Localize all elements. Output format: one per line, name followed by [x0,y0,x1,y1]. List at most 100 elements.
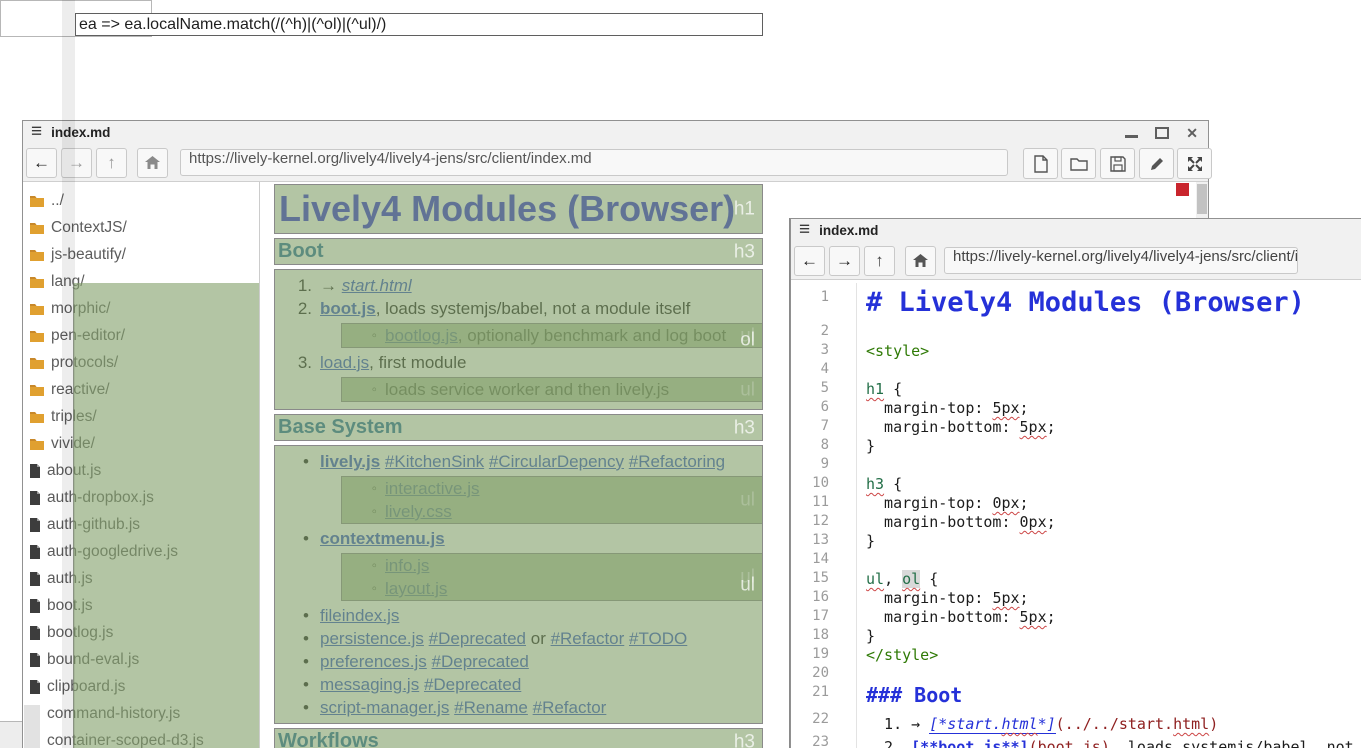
line-number: 13 [791,531,856,548]
save-button[interactable] [1100,148,1135,179]
md-link[interactable]: interactive.js [385,479,479,498]
forward-button[interactable]: → [829,246,860,276]
md-link[interactable]: layout.js [385,579,447,598]
file-icon [29,545,41,559]
heading-text: Workflows [274,728,763,748]
line-content: margin-top: 5px; [856,399,1029,417]
folder-icon [1070,156,1088,171]
left-toolbar: ← → ↑ https://lively-kernel.org/lively4/… [23,144,1208,182]
back-button[interactable]: ← [26,148,57,178]
open-folder-button[interactable] [1061,148,1096,179]
md-nested-list: ◦interactive.js◦lively.cssul [341,476,763,524]
md-link[interactable]: #Rename [454,698,528,717]
menu-icon[interactable]: ≡ [799,220,810,239]
scrollbar-thumb[interactable] [1197,184,1207,214]
up-button[interactable]: ↑ [864,246,895,276]
md-list-item: •persistence.js #Deprecated or #Refactor… [274,627,763,650]
md-link[interactable]: #Refactoring [629,452,725,471]
file-name: morphic/ [51,300,110,318]
code-token: ) [1209,715,1218,733]
md-link[interactable]: #KitchenSink [385,452,484,471]
code-token: [*start. [929,715,1001,734]
url-input[interactable]: https://lively-kernel.org/lively4/lively… [180,149,1008,176]
md-link[interactable]: messaging.js [320,675,419,694]
sidebar-scroll-stub[interactable] [24,705,40,748]
md-heading-h3: Base Systemh3 [274,414,763,441]
line-content: margin-bottom: 0px; [856,513,1056,531]
list-marker: 3. [290,351,312,374]
md-link[interactable]: script-manager.js [320,698,449,717]
md-link[interactable]: boot.js [320,299,376,318]
md-list-item: • preferences.js #Deprecated [274,650,763,673]
new-file-button[interactable] [1023,148,1058,179]
heading-text: Base System [274,414,763,441]
code-line: 17 margin-bottom: 5px; [791,607,1361,626]
line-content: ### Boot [856,683,962,710]
md-link[interactable]: #Deprecated [429,629,526,648]
line-number: 20 [791,664,856,681]
heading-text: Boot [274,238,763,265]
code-token: 0px [992,494,1019,512]
edit-button[interactable] [1139,148,1174,179]
md-text: loads service worker and then lively.js [385,380,669,399]
maximize-icon[interactable] [1155,127,1169,139]
vertical-scrollbar[interactable] [1196,182,1208,222]
md-link[interactable]: #Refactor [533,698,607,717]
left-titlebar[interactable]: ≡ index.md ✕ [23,121,1208,144]
md-list-item: 3.load.js, first module [274,351,763,374]
md-list-item: •messaging.js #Deprecated [274,673,763,696]
md-link[interactable]: #Refactor [551,629,625,648]
code-token: [**boot. [911,738,983,748]
code-token: 5px [1020,418,1047,436]
md-link[interactable]: preferences.js [320,652,427,671]
md-link[interactable]: info.js [385,556,429,575]
md-heading-h1: Lively4 Modules (Browser)h1 [274,184,763,234]
line-content: </style> [856,646,938,664]
line-content: margin-bottom: 5px; [856,418,1056,436]
url-input[interactable]: https://lively-kernel.org/lively4/lively… [944,247,1298,274]
md-link[interactable]: bootlog.js [385,326,458,345]
md-link[interactable]: #Deprecated [424,675,521,694]
code-token: { [884,475,902,493]
folder-icon [29,383,45,397]
element-filter-input[interactable] [75,13,763,36]
md-link[interactable]: lively.js [320,452,380,471]
code-token: html [1001,715,1037,734]
md-text: , loads systemjs/babel, not a module its… [376,299,691,318]
md-link[interactable]: load.js [320,353,369,372]
list-marker: • [298,650,314,673]
list-marker: 1. [290,274,312,297]
file-name: bound-eval.js [47,651,139,669]
heading-text: Lively4 Modules (Browser) [274,184,763,234]
back-button[interactable]: ← [794,246,825,276]
code-line: 14 [791,550,1361,569]
md-link[interactable]: lively.css [385,502,452,521]
md-link[interactable]: #CircularDepency [489,452,624,471]
md-text: or [526,629,551,648]
md-link[interactable]: contextmenu.js [320,529,445,548]
md-link[interactable]: persistence.js [320,629,424,648]
markdown-source-editor[interactable]: 1# Lively4 Modules (Browser)23<style>45h… [791,283,1361,748]
file-browser-sidebar: ../ContextJS/js-beautify/lang/morphic/pe… [25,182,260,748]
md-link[interactable]: #TODO [629,629,687,648]
md-link[interactable]: #Deprecated [432,652,529,671]
line-number: 4 [791,360,856,377]
list-marker: • [298,604,314,627]
md-link[interactable]: start.html [342,276,412,295]
expand-button[interactable] [1177,148,1212,179]
right-titlebar[interactable]: ≡ index.md [791,219,1361,242]
home-button[interactable] [905,246,936,276]
line-number: 12 [791,512,856,529]
md-list-item: 1.→ start.html [274,274,763,297]
close-icon[interactable]: ✕ [1186,126,1198,140]
code-line: 1# Lively4 Modules (Browser) [791,288,1361,322]
file-icon [29,653,41,667]
up-button[interactable]: ↑ [96,148,127,178]
file-icon [29,518,41,532]
menu-icon[interactable]: ≡ [31,122,42,141]
line-content: margin-top: 5px; [856,589,1029,607]
md-link[interactable]: fileindex.js [320,606,399,625]
home-button[interactable] [137,148,168,178]
minimize-icon[interactable] [1125,135,1138,138]
md-list-item: ◦interactive.js [341,477,763,500]
